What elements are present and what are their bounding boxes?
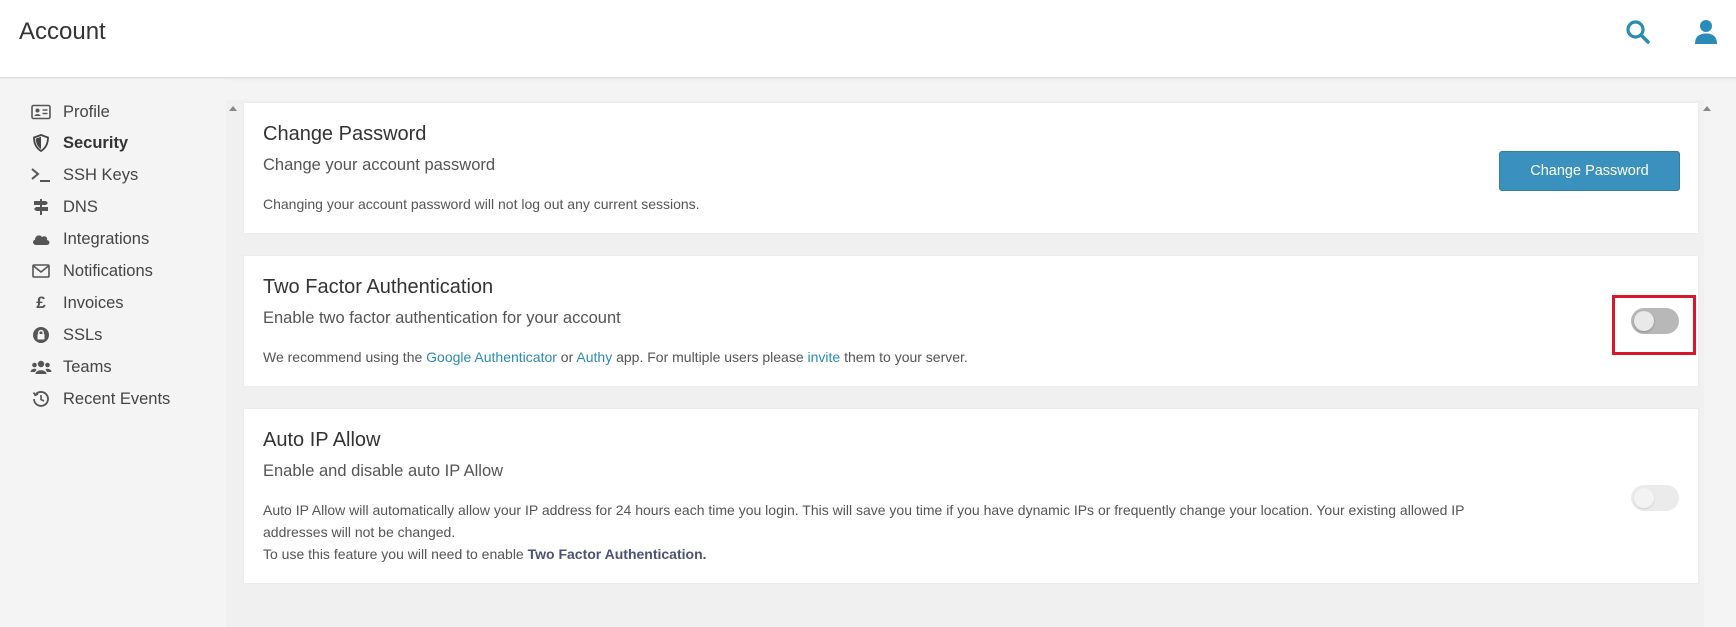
toggle-knob bbox=[1634, 488, 1654, 508]
sidebar-item-ssls[interactable]: SSLs bbox=[30, 321, 102, 349]
lock-badge-icon bbox=[30, 326, 52, 344]
sidebar-item-label: Teams bbox=[63, 357, 112, 376]
id-card-icon bbox=[30, 103, 52, 121]
card-description: Changing your account password will not … bbox=[263, 196, 700, 212]
auto-ip-requirement: To use this feature you will need to ena… bbox=[263, 543, 1483, 565]
sidebar-item-label: Integrations bbox=[63, 229, 150, 248]
card-subtitle: Change your account password bbox=[263, 156, 496, 174]
card-subtitle: Enable two factor authentication for you… bbox=[263, 309, 621, 327]
top-bar: Account bbox=[0, 0, 1736, 78]
card-title: Auto IP Allow bbox=[263, 429, 381, 451]
desc-text: them to your server. bbox=[840, 349, 968, 365]
envelope-icon bbox=[30, 262, 52, 280]
sidebar-item-recent-events[interactable]: Recent Events bbox=[30, 385, 170, 413]
desc-text: or bbox=[556, 349, 577, 365]
desc-text: app. For multiple users please bbox=[612, 349, 808, 365]
search-icon[interactable] bbox=[1624, 18, 1652, 46]
sidebar-item-label: SSLs bbox=[63, 325, 103, 344]
scrollbar-left[interactable] bbox=[226, 100, 240, 627]
shield-icon bbox=[30, 134, 52, 152]
sidebar-item-security[interactable]: Security bbox=[30, 129, 128, 157]
history-icon bbox=[30, 390, 52, 408]
sidebar-item-label: DNS bbox=[63, 197, 98, 216]
sidebar-item-label: Notifications bbox=[63, 261, 153, 280]
two-factor-card: Two Factor Authentication Enable two fac… bbox=[243, 255, 1699, 387]
user-icon[interactable] bbox=[1692, 18, 1720, 46]
scrollbar-right[interactable] bbox=[1700, 100, 1714, 627]
sidebar-item-notifications[interactable]: Notifications bbox=[30, 257, 153, 285]
sidebar-item-label: SSH Keys bbox=[63, 165, 139, 184]
card-description: We recommend using the Google Authentica… bbox=[263, 346, 968, 368]
sidebar-item-teams[interactable]: Teams bbox=[30, 353, 112, 381]
google-authenticator-link[interactable]: Google Authenticator bbox=[426, 349, 557, 365]
sidebar-item-label: Profile bbox=[63, 102, 110, 121]
sidebar-item-integrations[interactable]: Integrations bbox=[30, 225, 149, 253]
two-factor-reference: Two Factor Authentication. bbox=[527, 546, 707, 562]
pound-icon: £ bbox=[36, 293, 46, 312]
change-password-card: Change Password Change your account pass… bbox=[243, 102, 1699, 234]
auto-ip-allow-card: Auto IP Allow Enable and disable auto IP… bbox=[243, 408, 1699, 584]
card-subtitle: Enable and disable auto IP Allow bbox=[263, 462, 504, 480]
sidebar-item-dns[interactable]: DNS bbox=[30, 193, 98, 221]
desc-text: We recommend using the bbox=[263, 349, 427, 365]
card-description: Auto IP Allow will automatically allow y… bbox=[263, 499, 1483, 565]
sidebar-item-label: Security bbox=[63, 133, 129, 152]
sidebar: Profile Security SSH Keys DNS Integratio… bbox=[0, 79, 226, 627]
change-password-button[interactable]: Change Password bbox=[1499, 151, 1680, 191]
toggle-knob bbox=[1634, 311, 1654, 331]
sidebar-item-invoices[interactable]: £ Invoices bbox=[30, 289, 124, 317]
scroll-up-arrow[interactable] bbox=[1703, 106, 1711, 111]
signpost-icon bbox=[30, 198, 52, 216]
auto-ip-allow-toggle[interactable] bbox=[1631, 485, 1679, 511]
auto-ip-description: Auto IP Allow will automatically allow y… bbox=[263, 502, 1465, 540]
terminal-icon bbox=[30, 166, 52, 184]
sidebar-item-label: Invoices bbox=[63, 293, 124, 312]
page-title: Account bbox=[19, 18, 106, 45]
sidebar-item-ssh-keys[interactable]: SSH Keys bbox=[30, 161, 138, 189]
authy-link[interactable]: Authy bbox=[576, 349, 612, 365]
card-title: Change Password bbox=[263, 123, 427, 145]
scroll-up-arrow[interactable] bbox=[229, 106, 237, 111]
card-title: Two Factor Authentication bbox=[263, 276, 494, 298]
two-factor-toggle[interactable] bbox=[1631, 308, 1679, 334]
invite-link[interactable]: invite bbox=[808, 349, 841, 365]
cloud-icon bbox=[30, 230, 52, 248]
sidebar-item-profile[interactable]: Profile bbox=[30, 98, 110, 126]
sidebar-item-label: Recent Events bbox=[63, 389, 171, 408]
desc-text: To use this feature you will need to ena… bbox=[263, 546, 528, 562]
users-icon bbox=[30, 358, 52, 376]
